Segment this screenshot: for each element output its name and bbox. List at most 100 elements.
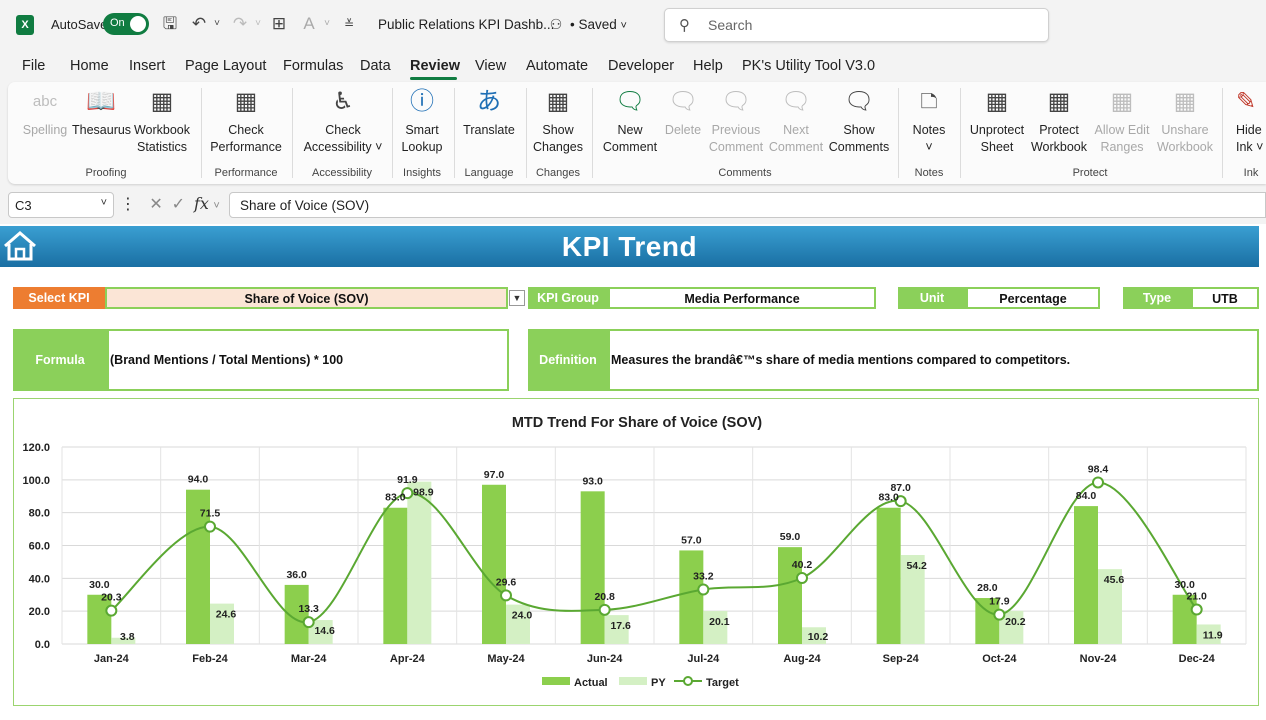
smart-lookup-button[interactable]: ⓘ Smart Lookup bbox=[396, 86, 448, 156]
y-tick-label: 40.0 bbox=[29, 573, 50, 585]
legend-target-marker bbox=[683, 676, 693, 686]
next-comment-button[interactable]: 🗨 Next Comment bbox=[766, 86, 826, 156]
more-icon[interactable]: ⋮ bbox=[120, 196, 136, 213]
kpi-group-value: Media Performance bbox=[608, 287, 876, 309]
share-people-icon[interactable]: ⚇ bbox=[545, 12, 567, 36]
enter-icon[interactable]: ✓ bbox=[172, 196, 185, 213]
tab-insert[interactable]: Insert bbox=[129, 58, 165, 74]
tab-developer[interactable]: Developer bbox=[608, 58, 674, 74]
chevron-down-icon: ˅ bbox=[620, 20, 627, 32]
search-box[interactable]: ⚲ Search bbox=[664, 8, 1049, 42]
formula-input[interactable]: Share of Voice (SOV) bbox=[229, 192, 1266, 218]
spellcheck-icon: abc bbox=[32, 93, 58, 110]
x-tick-label: May-24 bbox=[487, 653, 525, 665]
tab-home[interactable]: Home bbox=[70, 58, 109, 74]
actual-data-label: 28.0 bbox=[977, 582, 998, 594]
tab-page-layout[interactable]: Page Layout bbox=[185, 58, 266, 74]
target-data-label: 40.2 bbox=[792, 559, 813, 571]
allow-edit-ranges-label-2: Ranges bbox=[1100, 140, 1144, 154]
book-icon: 📖 bbox=[86, 88, 116, 115]
type-label: Type bbox=[1123, 287, 1191, 309]
translate-button[interactable]: あ Translate bbox=[458, 86, 520, 139]
notes-label-2: ˅ bbox=[925, 140, 933, 154]
group-insights: Insights bbox=[403, 167, 441, 179]
page-title: KPI Trend bbox=[561, 231, 698, 262]
check-performance-button[interactable]: ▦ Check Performance bbox=[206, 86, 286, 156]
allow-edit-ranges-button[interactable]: ▦ Allow Edit Ranges bbox=[1090, 86, 1154, 156]
new-comment-button[interactable]: 🗨 New Comment bbox=[596, 86, 664, 156]
undo-dropdown-icon[interactable]: ˅ bbox=[206, 12, 228, 36]
smart-lookup-label-2: Lookup bbox=[401, 140, 443, 154]
select-kpi-dropdown[interactable]: Share of Voice (SOV) bbox=[105, 287, 508, 309]
tab-pk-utility[interactable]: PK's Utility Tool V3.0 bbox=[742, 58, 875, 74]
actual-data-label: 59.0 bbox=[780, 531, 801, 543]
x-tick-label: Apr-24 bbox=[390, 653, 426, 665]
redo-dropdown-icon[interactable]: ˅ bbox=[247, 12, 269, 36]
group-performance: Performance bbox=[214, 167, 278, 179]
group-changes: Changes bbox=[535, 167, 581, 179]
tab-file[interactable]: File bbox=[22, 58, 45, 74]
name-box[interactable]: C3 ˅ bbox=[8, 192, 114, 218]
allow-edit-ranges-label-1: Allow Edit bbox=[1094, 123, 1150, 137]
x-tick-label: Jan-24 bbox=[94, 653, 130, 665]
actual-data-label: 83.0 bbox=[385, 492, 406, 504]
workbook-statistics-label-2: Statistics bbox=[136, 140, 187, 154]
target-point bbox=[1092, 476, 1104, 489]
tab-data[interactable]: Data bbox=[360, 58, 391, 74]
saved-status-text: • Saved bbox=[570, 17, 617, 32]
tab-view[interactable]: View bbox=[475, 58, 506, 74]
unit-label: Unit bbox=[898, 287, 966, 309]
tab-automate[interactable]: Automate bbox=[526, 58, 588, 74]
target-data-label: 17.9 bbox=[989, 596, 1010, 608]
tab-review[interactable]: Review bbox=[410, 58, 460, 74]
cancel-icon[interactable]: ✕ bbox=[149, 196, 162, 213]
thesaurus-button[interactable]: 📖 Thesaurus bbox=[72, 86, 131, 139]
delete-comment-button[interactable]: 🗨 Delete bbox=[660, 86, 706, 139]
comment-prev-icon: 🗨 bbox=[721, 88, 752, 115]
y-axis: 0.0 20.0 40.0 60.0 80.0 100.0 120.0 bbox=[22, 442, 50, 651]
document-title[interactable]: Public Relations KPI Dashb... bbox=[378, 17, 554, 32]
protect-workbook-button[interactable]: ▦ Protect Workbook bbox=[1028, 86, 1090, 156]
py-data-label: 3.8 bbox=[120, 631, 135, 643]
customize-toolbar-icon[interactable]: ≚ bbox=[338, 12, 360, 36]
y-tick-label: 60.0 bbox=[29, 541, 50, 553]
delete-comment-label: Delete bbox=[664, 123, 702, 137]
actual-data-label: 94.0 bbox=[188, 474, 209, 486]
dropdown-arrow-icon[interactable]: ▼ bbox=[509, 290, 525, 306]
ribbon: abc Spelling 📖 Thesaurus ▦ Workbook Stat… bbox=[8, 82, 1266, 184]
hide-ink-button[interactable]: ✎ Hide Ink ˅ bbox=[1230, 86, 1266, 156]
note-icon: 🗅 bbox=[920, 88, 938, 115]
title-bar: X AutoSave On 🖫 ↶ ˅ ↷ ˅ ⊞ A ˅ ≚ Public R… bbox=[0, 0, 1266, 50]
chart-legend: Actual PY Target bbox=[542, 676, 739, 689]
actual-data-label: 84.0 bbox=[1076, 490, 1097, 502]
actual-data-label: 30.0 bbox=[89, 579, 110, 591]
unshare-workbook-button[interactable]: ▦ Unshare Workbook bbox=[1154, 86, 1216, 156]
saved-status[interactable]: • Saved ˅ bbox=[570, 17, 627, 32]
next-comment-label-1: Next bbox=[783, 123, 809, 137]
autosave-toggle[interactable]: On bbox=[103, 13, 149, 35]
insert-function-icon[interactable]: fx bbox=[194, 194, 209, 213]
actual-data-label: 30.0 bbox=[1174, 579, 1195, 591]
protect-workbook-label-2: Workbook bbox=[1030, 140, 1088, 154]
tab-formulas[interactable]: Formulas bbox=[283, 58, 343, 74]
show-comments-button[interactable]: 🗨 Show Comments bbox=[826, 86, 892, 156]
sheet-history-icon: ▦ bbox=[546, 88, 570, 115]
formula-value: (Brand Mentions / Total Mentions) * 100 bbox=[107, 329, 509, 391]
check-accessibility-button[interactable]: ♿ Check Accessibility ˅ bbox=[296, 86, 390, 156]
unprotect-sheet-button[interactable]: ▦ Unprotect Sheet bbox=[964, 86, 1030, 156]
borders-icon[interactable]: ⊞ bbox=[268, 12, 290, 36]
show-changes-button[interactable]: ▦ Show Changes bbox=[530, 86, 586, 156]
tab-help[interactable]: Help bbox=[693, 58, 723, 74]
workbook-statistics-button[interactable]: ▦ Workbook Statistics bbox=[130, 86, 194, 156]
font-color-dropdown-icon[interactable]: ˅ bbox=[316, 12, 338, 36]
spelling-button[interactable]: abc Spelling bbox=[16, 86, 74, 139]
previous-comment-button[interactable]: 🗨 Previous Comment bbox=[706, 86, 766, 156]
notes-button[interactable]: 🗅 Notes ˅ bbox=[904, 86, 954, 156]
save-icon[interactable]: 🖫 bbox=[159, 12, 181, 36]
group-separator bbox=[454, 88, 455, 178]
target-point bbox=[204, 520, 216, 533]
kpi-group-label: KPI Group bbox=[528, 287, 608, 309]
trend-chart: MTD Trend For Share of Voice (SOV) 0.0 20… bbox=[22, 415, 1247, 689]
target-point bbox=[1190, 603, 1203, 616]
target-point bbox=[105, 604, 118, 617]
